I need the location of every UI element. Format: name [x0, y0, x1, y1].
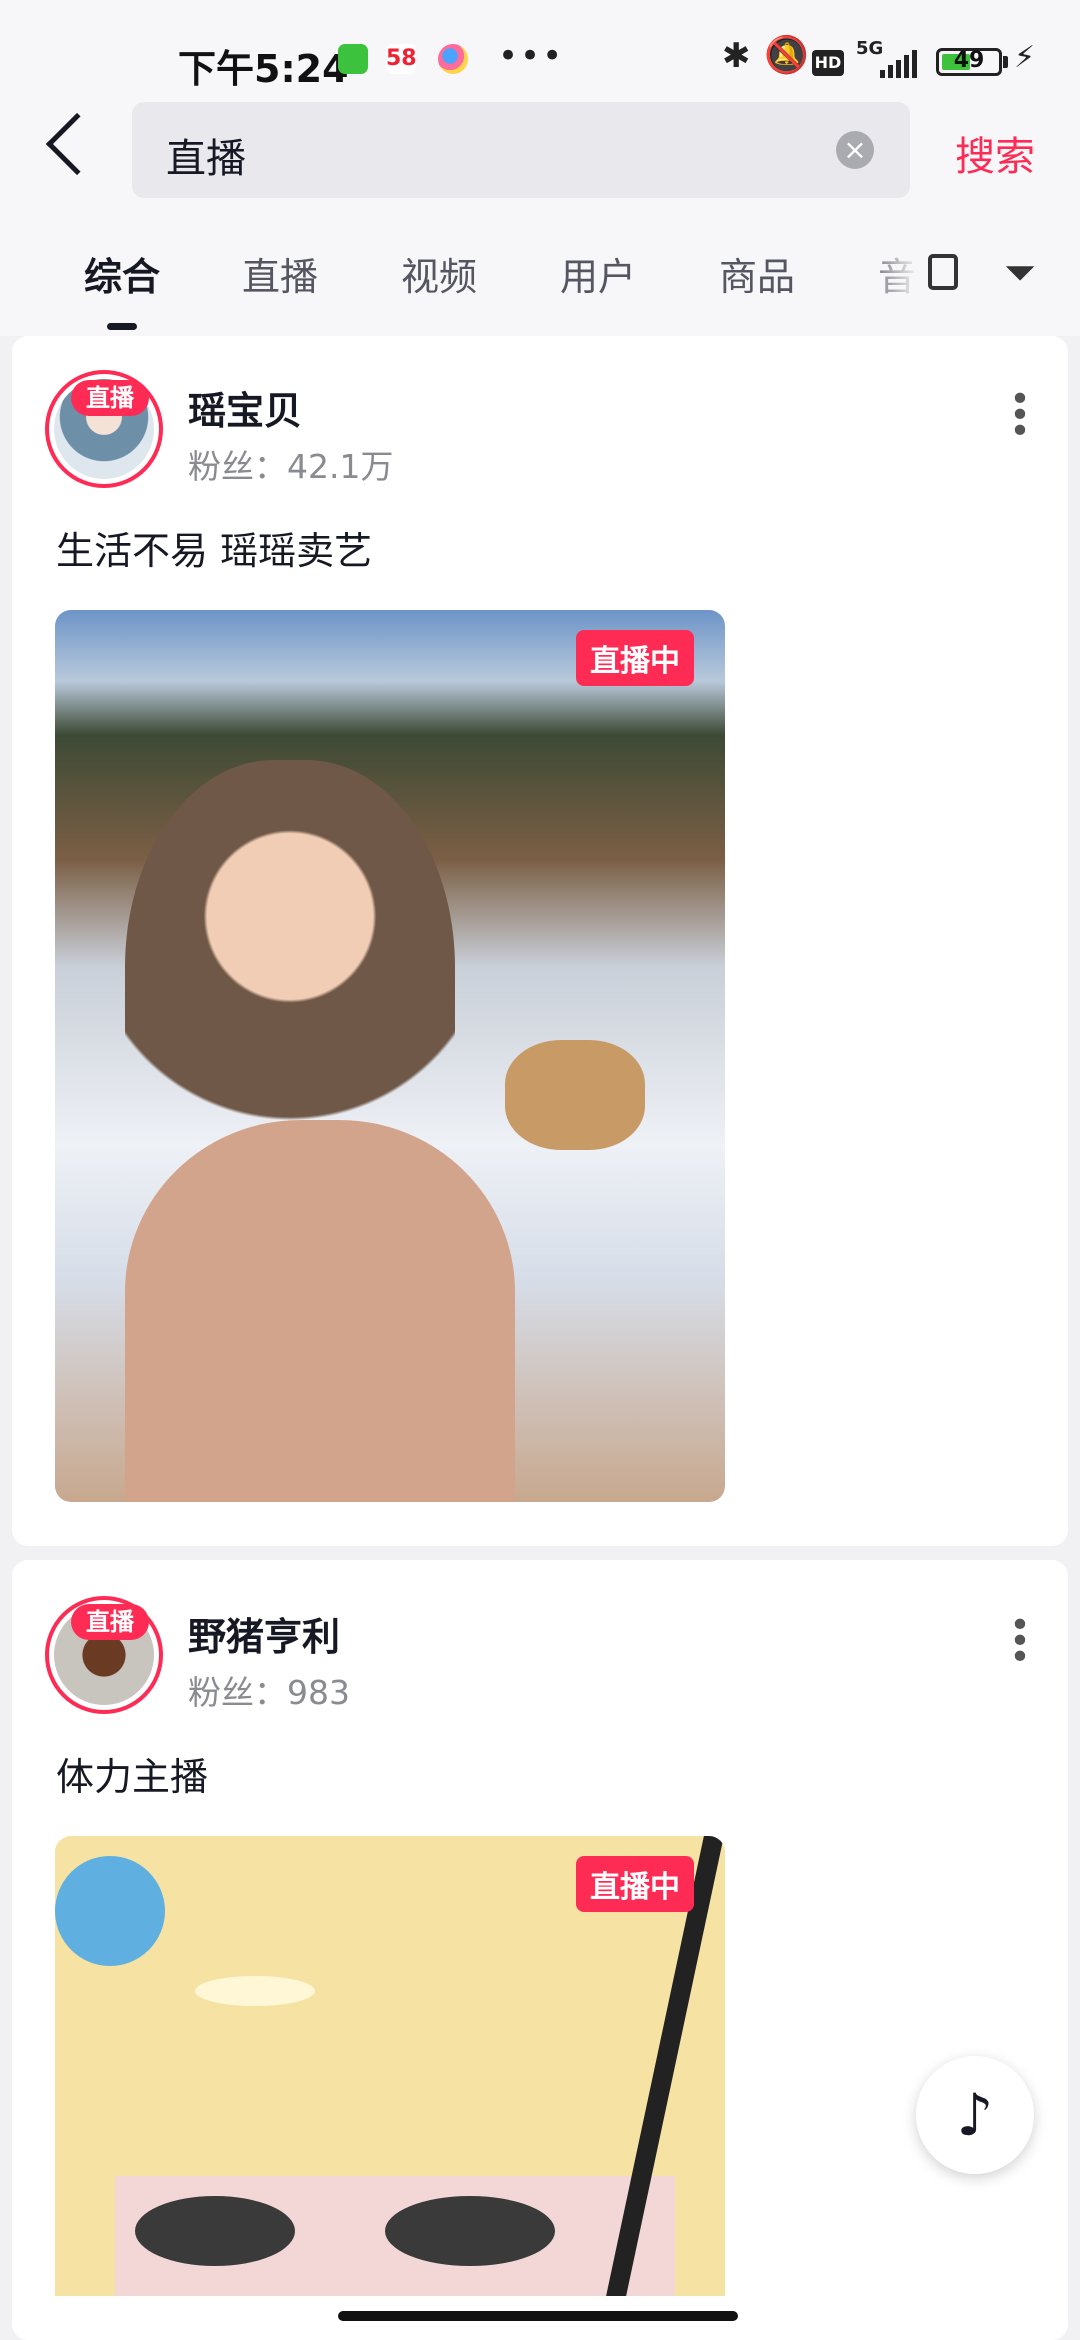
status-bar: 下午5:24 58 ••• ✱ 🔕 HD 5G 49 ⚡ — [0, 0, 1080, 100]
search-query[interactable]: 直播 — [166, 126, 246, 184]
fans-count: 粉丝：983 — [188, 1673, 350, 1712]
description: 体力主播 — [56, 1755, 209, 1799]
tab-goods[interactable]: 商品 — [719, 246, 795, 301]
thumbnail-dog — [505, 1040, 645, 1150]
live-badge: 直播 — [71, 1604, 149, 1640]
layout-switch-icon[interactable] — [928, 254, 958, 290]
battery-tip — [1003, 56, 1008, 68]
baidu-netdisk-icon — [438, 44, 468, 74]
live-thumbnail[interactable] — [55, 610, 725, 1502]
search-button[interactable]: 搜索 — [955, 124, 1035, 182]
thumbnail-eye-left — [135, 2196, 295, 2266]
more-options-icon[interactable]: • • • — [1008, 382, 1032, 450]
bluetooth-icon: ✱ — [722, 36, 751, 76]
more-notifications-icon: ••• — [498, 36, 565, 76]
wechat-icon — [338, 44, 368, 74]
battery-level: 49 — [953, 48, 985, 73]
mute-bell-icon: 🔕 — [764, 35, 809, 76]
search-input[interactable] — [132, 102, 910, 198]
tab-video[interactable]: 视频 — [401, 246, 477, 301]
hd-icon: HD — [812, 50, 844, 76]
status-time: 下午5:24 — [178, 47, 349, 91]
thumbnail-eye-right — [385, 2196, 555, 2266]
thumbnail-sweater — [125, 1120, 515, 1502]
tab-user[interactable]: 用户 — [560, 246, 636, 301]
app-58-icon: 58 — [386, 44, 417, 74]
live-badge: 直播 — [71, 380, 149, 416]
charging-icon: ⚡ — [1014, 40, 1036, 75]
tab-comprehensive[interactable]: 综合 — [84, 246, 160, 301]
home-indicator[interactable] — [338, 2311, 738, 2321]
user-name[interactable]: 野猪亨利 — [188, 1606, 340, 1661]
clear-icon[interactable]: × — [836, 131, 874, 169]
more-options-icon[interactable]: • • • — [1008, 1608, 1032, 1676]
fans-count: 粉丝：42.1万 — [188, 447, 394, 486]
thumbnail-highlight — [195, 1976, 315, 2006]
signal-icon — [880, 50, 922, 78]
douyin-float-button[interactable]: ♪ — [916, 2056, 1034, 2174]
live-now-tag: 直播中 — [576, 1856, 694, 1912]
battery-icon: 49 — [936, 48, 1002, 76]
tab-live[interactable]: 直播 — [242, 246, 318, 301]
tab-active-indicator — [107, 323, 137, 330]
live-now-tag: 直播中 — [576, 630, 694, 686]
description: 生活不易 瑶瑶卖艺 — [56, 529, 373, 573]
thumbnail-fish — [55, 1856, 165, 1966]
filter-icon[interactable]: ⏷ — [1004, 250, 1036, 296]
tab-fade — [860, 236, 920, 316]
user-name[interactable]: 瑶宝贝 — [188, 380, 302, 435]
